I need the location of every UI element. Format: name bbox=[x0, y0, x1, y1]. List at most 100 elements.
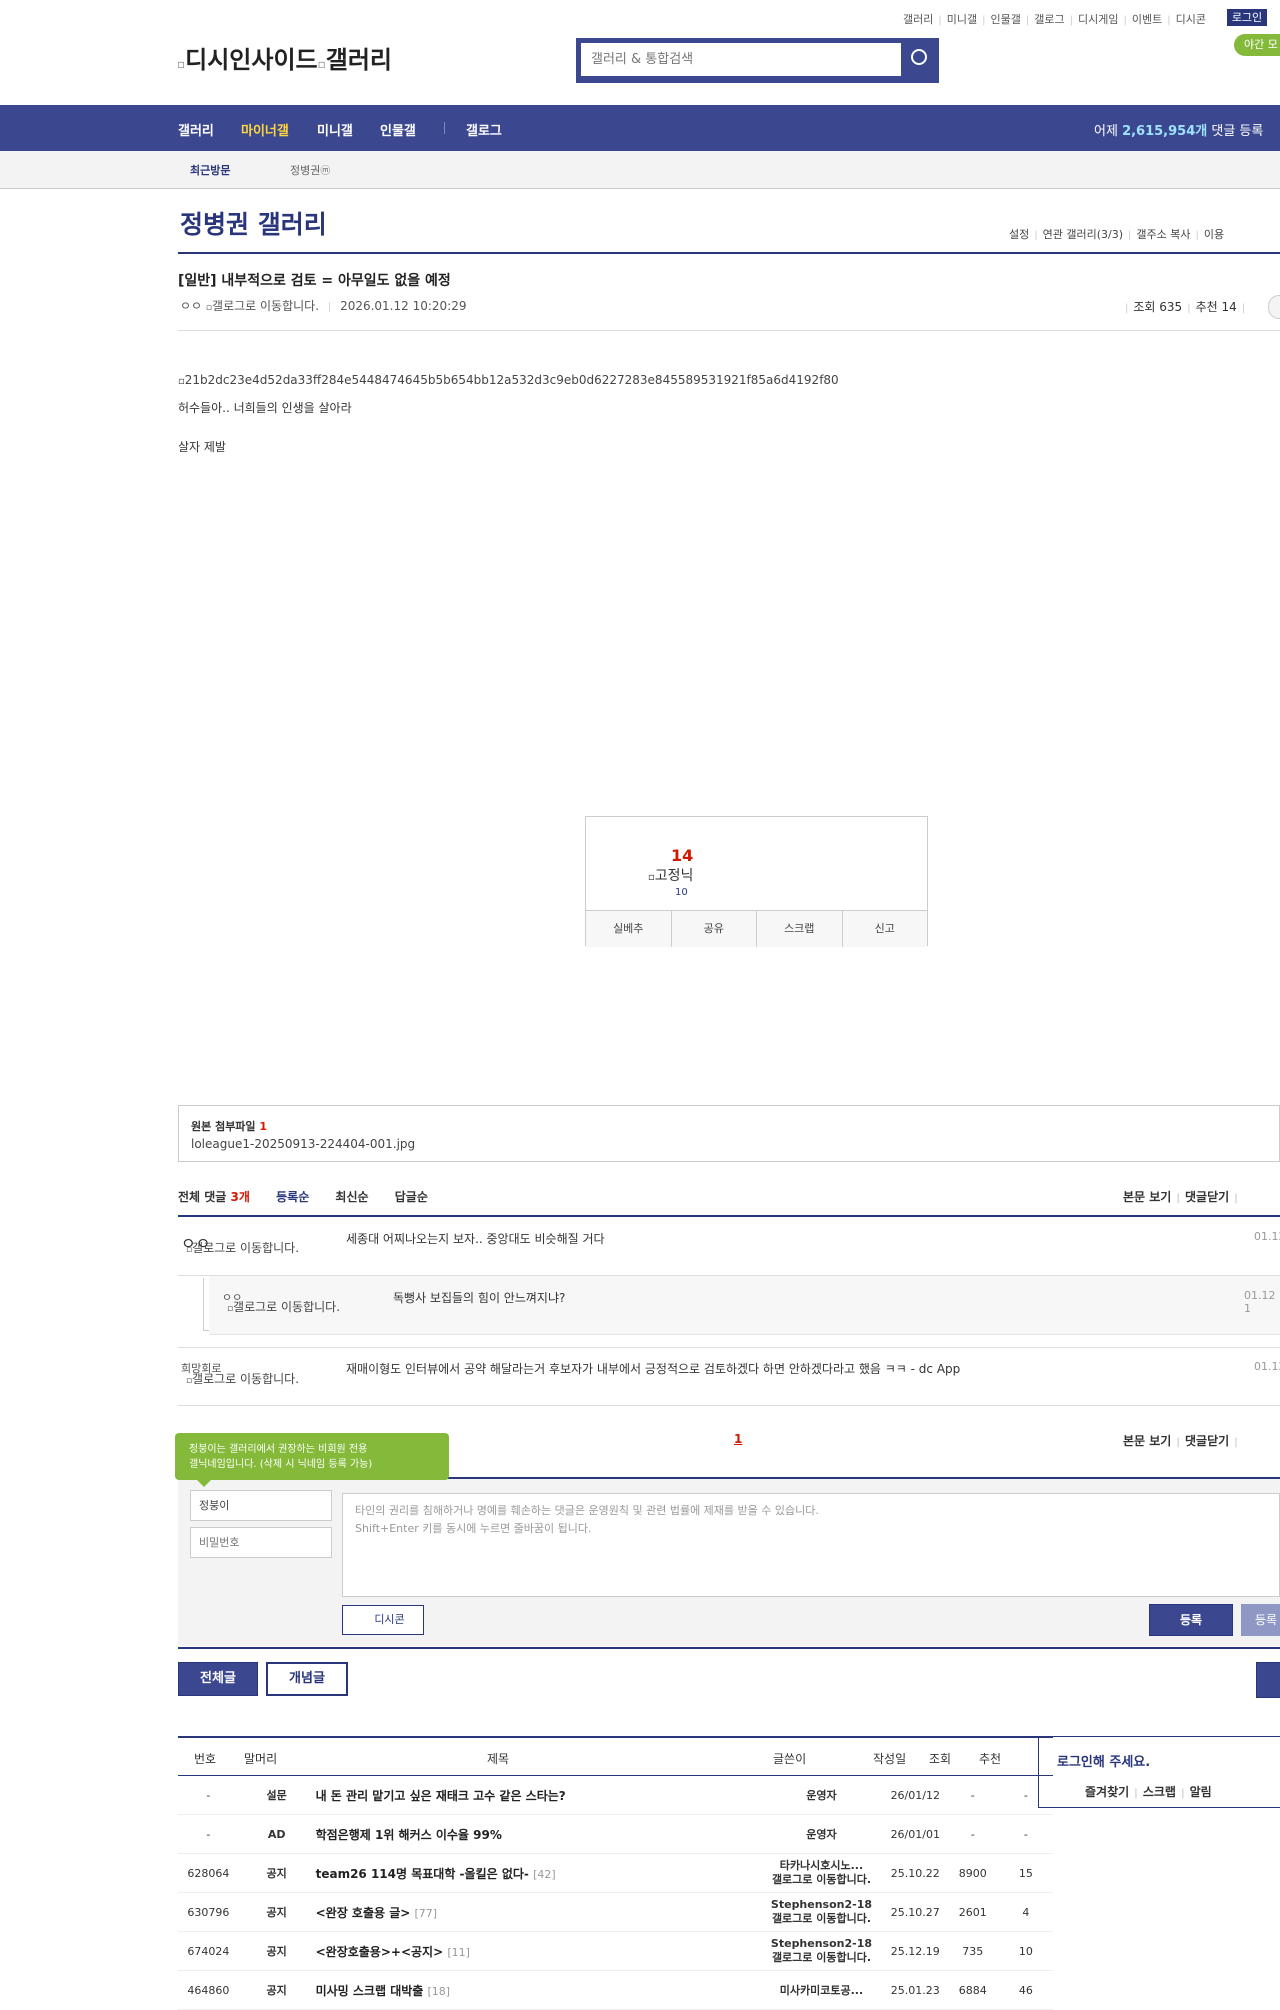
search-input[interactable] bbox=[581, 43, 901, 76]
top-link-person[interactable]: 인물갤 bbox=[991, 13, 1021, 26]
nav-person[interactable]: 인물갤 bbox=[380, 120, 416, 139]
list-row[interactable]: 674024 공지 <완장호출용>+<공지> [11] Stephenson2-18 갤… bbox=[178, 1931, 1053, 1971]
top-link-event[interactable]: 이벤트 bbox=[1132, 13, 1162, 26]
list-title-cell[interactable]: 내 돈 관리 맡기고 싶은 재태크 고수 같은 스타는? bbox=[314, 1776, 760, 1815]
list-writer-cell[interactable]: 미사카미코토공... bbox=[759, 1970, 884, 2010]
top-link-gallery[interactable]: 갤러리 bbox=[903, 13, 933, 26]
submit-extra-button[interactable]: 등록 bbox=[1241, 1604, 1280, 1636]
write-post-button[interactable] bbox=[1256, 1662, 1280, 1698]
list-row[interactable]: - AD 학점은행제 1위 해커스 이수율 99% 운영자 26/01/01 - - bbox=[178, 1814, 1053, 1854]
scrap-link[interactable]: 스크랩 bbox=[1143, 1785, 1176, 1799]
attachment-file[interactable]: loleague1-20250913-224404-001.jpg bbox=[191, 1137, 415, 1151]
comment-textarea[interactable]: 타인의 권리를 침해하거나 명예를 훼손하는 댓글은 운영원칙 및 관련 법률에… bbox=[342, 1493, 1280, 1597]
vote-count: 14 bbox=[671, 846, 694, 865]
nickname-field[interactable]: 정붕이 bbox=[190, 1490, 332, 1521]
comment-gallog-icon[interactable]: ▫갤로그로 이동합니다. bbox=[180, 1373, 305, 1388]
list-title-cell[interactable]: <완장호출용>+<공지> [11] bbox=[314, 1931, 760, 1971]
search-button[interactable] bbox=[901, 38, 939, 83]
copy-address[interactable]: 갤주소 복사 bbox=[1136, 228, 1190, 241]
reply-count[interactable]: [42] bbox=[533, 1868, 556, 1881]
nav-gallog[interactable]: 갤로그 bbox=[466, 120, 502, 139]
reply-count[interactable]: [11] bbox=[447, 1946, 470, 1959]
top-link-gallog[interactable]: 갤로그 bbox=[1034, 13, 1064, 26]
reply-count[interactable]: [18] bbox=[428, 1985, 451, 1998]
list-date: 25.01.23 bbox=[890, 1983, 940, 1997]
list-recommend-cell: 15 bbox=[998, 1853, 1053, 1893]
list-row[interactable]: 628064 공지 team26 114명 목표대학 -올킬은 없다- [42] 타카… bbox=[178, 1853, 1053, 1893]
list-number: 464860 bbox=[187, 1983, 230, 1997]
site-logo[interactable]: ▫디시인사이드▫갤러리 bbox=[177, 40, 392, 75]
list-date-cell: 25.10.22 bbox=[883, 1853, 947, 1893]
post-author[interactable]: ㅇㅇ bbox=[180, 299, 202, 313]
list-title-cell[interactable]: team26 114명 목표대학 -올킬은 없다- [42] bbox=[314, 1853, 760, 1893]
post-date: 2026.01.12 10:20:29 bbox=[340, 299, 467, 313]
gallery-settings[interactable]: 설정 bbox=[1009, 228, 1029, 241]
night-mode-button[interactable]: 야간 모 bbox=[1234, 34, 1280, 56]
password-field[interactable] bbox=[190, 1527, 332, 1558]
page-number[interactable]: 1 bbox=[734, 1432, 742, 1446]
silbe-button[interactable]: 실베추 bbox=[586, 911, 672, 947]
list-recommend-cell: 10 bbox=[998, 1931, 1053, 1971]
list-writer-cell[interactable]: Stephenson2-18 갤로그로 이동합니다. bbox=[759, 1931, 884, 1971]
list-title-cell[interactable]: 미사밍 스크랩 대박출 [18] bbox=[314, 1970, 760, 2010]
comment-gallog-icon[interactable]: ▫갤로그로 이동합니다. bbox=[180, 1242, 305, 1257]
comment-count-bubble[interactable] bbox=[1268, 295, 1280, 319]
post-image[interactable]: ▫21b2dc23e4d52da33ff284e5448474645b5b654… bbox=[178, 373, 839, 387]
recent-label[interactable]: 최근방문 bbox=[190, 162, 230, 178]
sort-reply[interactable]: 답글순 bbox=[395, 1190, 428, 1204]
login-button[interactable]: 로그인 bbox=[1227, 9, 1267, 26]
top-link-game[interactable]: 디시게임 bbox=[1078, 13, 1118, 26]
list-writer-cell[interactable]: 운영자 bbox=[759, 1814, 884, 1854]
list-row[interactable]: - 설문 내 돈 관리 맡기고 싶은 재태크 고수 같은 스타는? 운영자 26/01/… bbox=[178, 1776, 1053, 1815]
usage-link[interactable]: 이용 bbox=[1204, 228, 1224, 241]
list-title-cell[interactable]: <완장 호출용 글> [77] bbox=[314, 1892, 760, 1932]
close-comments-link[interactable]: 댓글닫기 bbox=[1185, 1434, 1229, 1448]
report-button[interactable]: 신고 bbox=[843, 911, 928, 947]
post-stats: | 조회 635 | 추천 14 | bbox=[1125, 300, 1246, 314]
alert-link[interactable]: 알림 bbox=[1190, 1785, 1212, 1799]
gallog-icon[interactable]: ▫갤로그로 이동합니다. bbox=[206, 299, 319, 313]
share-button[interactable]: 공유 bbox=[672, 911, 757, 947]
nav-mini[interactable]: 미니갤 bbox=[317, 120, 353, 139]
logo-text: 디시인사이드 bbox=[185, 46, 318, 74]
top-link-mini[interactable]: 미니갤 bbox=[947, 13, 977, 26]
gallery-menu: 설정 | 연관 갤러리(3/3) | 갤주소 복사 | 이용 bbox=[1009, 228, 1225, 241]
tooltip-arrow-icon bbox=[197, 1480, 211, 1487]
textarea-notice: Shift+Enter 키를 동시에 누르면 줄바꿈이 됩니다. bbox=[355, 1522, 592, 1535]
comment-gallog-icon[interactable]: ▫갤로그로 이동합니다. bbox=[221, 1301, 346, 1316]
sort-newest[interactable]: 최신순 bbox=[335, 1190, 368, 1204]
nav-minor[interactable]: 마이너갤 bbox=[241, 120, 289, 139]
view-body-link[interactable]: 본문 보기 bbox=[1123, 1434, 1171, 1448]
gallog-icon[interactable]: 갤로그로 이동합니다. bbox=[772, 1873, 871, 1886]
dccon-button[interactable]: 디시콘 bbox=[342, 1605, 424, 1635]
sort-registered[interactable]: 등록순 bbox=[276, 1190, 309, 1204]
recommend-button[interactable]: ▫고정닉 bbox=[648, 865, 693, 885]
scrap-button[interactable]: 스크랩 bbox=[757, 911, 843, 947]
nav-gallery[interactable]: 갤러리 bbox=[178, 120, 214, 139]
submit-button[interactable]: 등록 bbox=[1149, 1604, 1233, 1636]
recent-item[interactable]: 정병권ⓜ bbox=[290, 162, 330, 178]
gallog-icon[interactable]: 갤로그로 이동합니다. bbox=[772, 1951, 871, 1964]
view-body-link[interactable]: 본문 보기 bbox=[1123, 1190, 1171, 1204]
list-row[interactable]: 630796 공지 <완장 호출용 글> [77] Stephenson2-18 갤로그… bbox=[178, 1892, 1053, 1932]
related-galleries[interactable]: 연관 갤러리(3/3) bbox=[1043, 228, 1123, 241]
list-title-cell[interactable]: 학점은행제 1위 해커스 이수율 99% bbox=[314, 1814, 760, 1854]
favorites-link[interactable]: 즐겨찾기 bbox=[1085, 1785, 1129, 1799]
list-writer-cell[interactable]: 운영자 bbox=[759, 1776, 884, 1815]
textarea-notice: 타인의 권리를 침해하거나 명예를 훼손하는 댓글은 운영원칙 및 관련 법률에… bbox=[355, 1504, 819, 1517]
list-row[interactable]: 464860 공지 미사밍 스크랩 대박출 [18] 미사카미코토공... 25.01.… bbox=[178, 1970, 1053, 2010]
close-comments-link[interactable]: 댓글닫기 bbox=[1185, 1190, 1229, 1204]
top-link-dccon[interactable]: 디시콘 bbox=[1176, 13, 1206, 26]
gallery-title[interactable]: 정병권 갤러리 bbox=[180, 205, 327, 241]
list-writer-cell[interactable]: 타카나시호시노... 갤로그로 이동합니다. bbox=[759, 1853, 884, 1893]
list-writer-cell[interactable]: Stephenson2-18 갤로그로 이동합니다. bbox=[759, 1892, 884, 1932]
tab-all-posts[interactable]: 전체글 bbox=[178, 1662, 258, 1696]
broken-image-icon: ▫ bbox=[178, 376, 185, 387]
reply-count[interactable]: [77] bbox=[415, 1907, 438, 1920]
login-prompt[interactable]: 로그인해 주세요. bbox=[1057, 1751, 1150, 1770]
gallog-icon[interactable]: 갤로그로 이동합니다. bbox=[772, 1912, 871, 1925]
list-writer: Stephenson2-18 bbox=[770, 1937, 873, 1950]
tab-concept-posts[interactable]: 개념글 bbox=[266, 1662, 348, 1696]
main-nav-bar: 갤러리 마이너갤 미니갤 인물갤 갤로그 어제 2,615,954개 댓글 등록 bbox=[0, 105, 1280, 151]
list-number-cell: - bbox=[178, 1814, 239, 1854]
